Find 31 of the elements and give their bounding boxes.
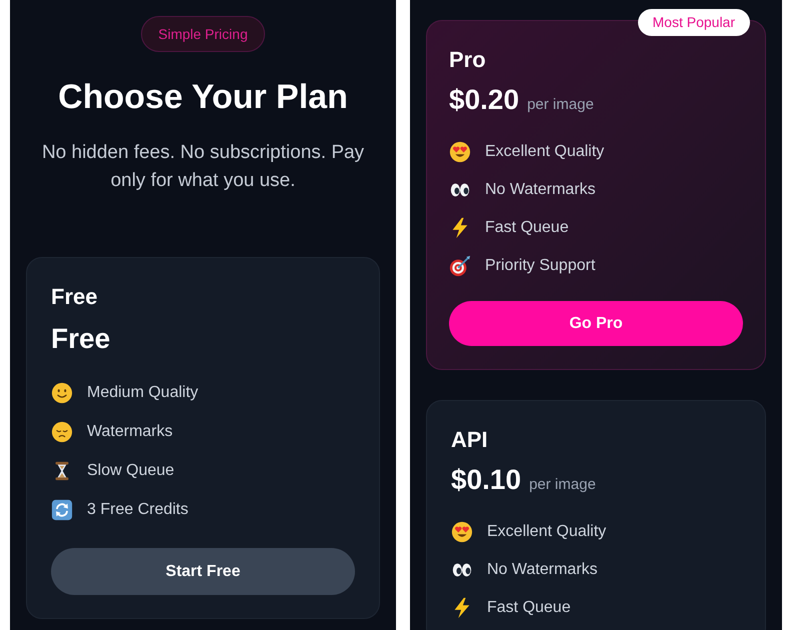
feature-text: Slow Queue bbox=[87, 461, 174, 481]
feature-text: Medium Quality bbox=[87, 383, 198, 403]
page-heading: Choose Your Plan bbox=[58, 77, 348, 118]
plan-price: Free bbox=[51, 322, 110, 356]
target-dart-icon bbox=[449, 255, 471, 277]
feature-text: Watermarks bbox=[87, 422, 173, 442]
popular-badge: Most Popular bbox=[638, 9, 750, 36]
feature-text: Excellent Quality bbox=[485, 142, 604, 162]
heart-eyes-face-icon bbox=[451, 521, 473, 543]
feature-text: Excellent Quality bbox=[487, 522, 606, 542]
plan-button[interactable]: Go Pro bbox=[449, 301, 743, 346]
feature-text: Fast Queue bbox=[485, 218, 569, 238]
smiling-face-icon bbox=[51, 382, 73, 404]
section-badge: Simple Pricing bbox=[141, 16, 265, 52]
feature-text: No Watermarks bbox=[487, 560, 598, 580]
feature-text: No Watermarks bbox=[485, 180, 596, 200]
plan-name: Pro bbox=[449, 46, 487, 74]
feature-text: 3 Free Credits bbox=[87, 500, 188, 520]
plan-price: $0.20 bbox=[449, 83, 520, 117]
page-subtitle: No hidden fees. No subscriptions. Pay only for what you use. bbox=[40, 141, 366, 193]
price-unit: per image bbox=[529, 475, 596, 495]
price-unit: per image bbox=[527, 95, 594, 115]
heart-eyes-face-icon bbox=[449, 141, 471, 163]
sad-face-icon bbox=[51, 421, 73, 443]
plan-button[interactable]: Start Free bbox=[51, 548, 355, 595]
feature-text: Fast Queue bbox=[487, 598, 571, 618]
refresh-arrows-icon bbox=[51, 499, 73, 521]
plan-price: $0.10 bbox=[451, 463, 522, 497]
plan-name: Free bbox=[51, 283, 98, 311]
feature-text: Priority Support bbox=[485, 256, 596, 276]
plan-name: API bbox=[451, 426, 489, 454]
